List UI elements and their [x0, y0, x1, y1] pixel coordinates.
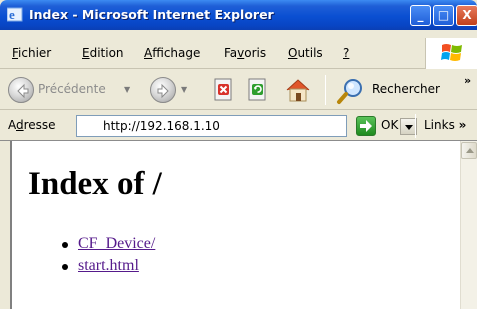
back-label[interactable]: Précédente — [38, 82, 106, 96]
go-button[interactable] — [356, 116, 376, 136]
maximize-button[interactable]: □ — [433, 5, 454, 26]
back-dropdown-arrow[interactable]: ▼ — [124, 85, 130, 94]
windows-logo — [425, 38, 477, 69]
stop-icon[interactable] — [212, 78, 236, 102]
links-label[interactable]: Links » — [424, 118, 466, 132]
file-link[interactable]: start.html — [78, 257, 139, 275]
home-icon[interactable] — [284, 76, 312, 104]
forward-arrow-icon — [157, 83, 169, 99]
menu-edition[interactable]: Edition — [82, 46, 124, 60]
go-label[interactable]: OK — [381, 118, 398, 132]
standard-toolbar: Précédente ▼ ▼ Rechercher » — [0, 70, 477, 110]
links-chevron[interactable]: » — [459, 118, 467, 132]
minimize-button[interactable]: _ — [410, 5, 431, 26]
go-arrow-icon — [360, 120, 372, 132]
address-bar: Adresse http://192.168.1.10 OK Links » — [0, 111, 477, 141]
bullet — [62, 264, 68, 270]
bullet — [62, 242, 68, 248]
search-label[interactable]: Rechercher — [372, 82, 440, 96]
menu-bar: Fichier Edition Affichage Favoris Outils… — [0, 38, 477, 69]
menu-favoris[interactable]: Favoris — [224, 46, 266, 60]
toolbar-separator — [325, 75, 326, 105]
title-bar[interactable]: e Index - Microsoft Internet Explorer _ … — [0, 0, 477, 30]
directory-link[interactable]: CF_Device/ — [78, 235, 155, 253]
search-icon[interactable] — [336, 77, 366, 105]
toolbar-more-chevron[interactable]: » — [464, 74, 471, 87]
vertical-scrollbar[interactable] — [460, 141, 477, 309]
menu-help[interactable]: ? — [343, 46, 349, 60]
menu-outils[interactable]: Outils — [288, 46, 323, 60]
svg-text:e: e — [9, 7, 15, 22]
page-content: Index of / CF_Device/ start.html — [10, 141, 460, 309]
ie-logo-icon: e — [7, 7, 23, 22]
forward-dropdown-arrow[interactable]: ▼ — [181, 85, 187, 94]
address-separator — [415, 114, 416, 138]
address-label: Adresse — [8, 118, 56, 132]
windows-flag-icon — [441, 44, 462, 61]
back-button[interactable] — [8, 77, 34, 103]
window-title: Index - Microsoft Internet Explorer — [29, 7, 274, 22]
back-arrow-icon — [17, 83, 29, 99]
address-url[interactable]: http://192.168.1.10 — [103, 119, 220, 133]
scroll-up-button[interactable] — [461, 142, 477, 159]
menu-affichage[interactable]: Affichage — [144, 46, 200, 60]
ie-window: e Index - Microsoft Internet Explorer _ … — [0, 0, 477, 309]
forward-button[interactable] — [150, 77, 176, 103]
close-button[interactable]: X — [456, 5, 477, 26]
refresh-icon[interactable] — [246, 78, 270, 102]
address-input[interactable]: http://192.168.1.10 — [76, 115, 417, 137]
page-heading: Index of / — [28, 166, 162, 202]
menu-fichier[interactable]: Fichier — [12, 46, 51, 60]
